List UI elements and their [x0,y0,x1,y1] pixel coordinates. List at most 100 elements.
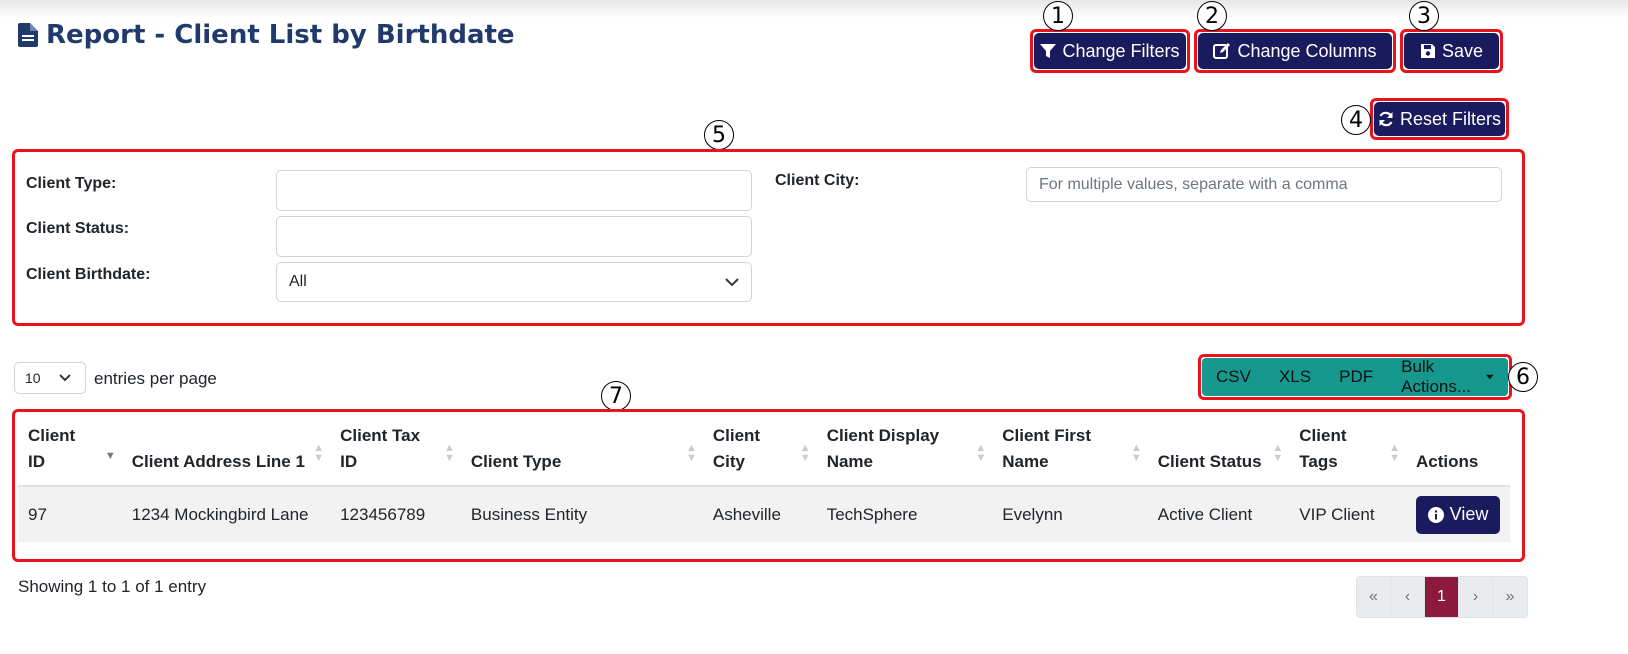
pagination: « ‹ 1 › » [1356,576,1528,618]
export-button-group: CSV XLS PDF Bulk Actions... [1202,357,1508,397]
floppy-icon [1420,44,1435,58]
showing-entries-text: Showing 1 to 1 of 1 entry [18,577,207,596]
header-text: Client First [1002,426,1092,445]
header-text: ID [340,452,358,471]
header-text: Client Address Line 1 [131,452,305,471]
sort-icon: ▲ ▼ [1389,442,1400,464]
info-icon [1427,506,1444,523]
column-header-status[interactable]: Client Status ▲ ▼ [1147,413,1290,487]
entries-value: 10 [25,370,41,386]
sort-desc-icon: ▼ [104,450,116,462]
cell-actions: View [1406,486,1510,542]
cell-tax-id: 123456789 [330,486,461,542]
annotation-number-2: 2 [1197,1,1227,31]
client-status-label: Client Status: [26,220,130,237]
header-text: Client [28,426,76,445]
client-type-input[interactable] [276,170,752,211]
header-text: City [712,452,745,471]
client-type-label: Client Type: [26,175,117,192]
cell-display-name: TechSphere [816,486,993,542]
xls-button[interactable]: XLS [1265,367,1325,387]
column-header-actions: Actions [1406,413,1510,487]
cell-status: Active Client [1147,486,1290,542]
sort-icon: ▲ ▼ [444,442,455,464]
bulk-actions-label: Bulk Actions... [1401,357,1472,396]
sort-icon: ▲ ▼ [975,442,987,464]
annotation-number-3: 3 [1409,1,1439,31]
chevron-down-icon [58,374,71,382]
header-text: Client Type [470,452,562,471]
client-birthdate-label: Client Birthdate: [26,266,151,283]
document-icon [18,23,38,47]
table-header-row: Client ID ▼ Client Address Line 1 ▲ ▼ Cli… [18,413,1510,487]
client-city-label: Client City: [775,172,860,189]
change-columns-button[interactable]: Change Columns [1198,33,1392,69]
cell-city: Asheville [702,486,817,542]
save-label: Save [1441,40,1484,61]
cell-first-name: Evelynn [992,486,1148,542]
header-text: Client [712,426,761,445]
header-text: Name [826,452,873,471]
cell-client-type: Business Entity [460,486,703,542]
page-last-button[interactable]: » [1493,577,1527,617]
filter-icon [1040,44,1057,58]
entries-per-page-label: entries per page [94,369,217,388]
sort-icon: ▲ ▼ [1130,442,1142,464]
page-prev-button[interactable]: ‹ [1391,577,1425,617]
client-status-input[interactable] [276,216,752,257]
sort-icon: ▲ ▼ [799,442,811,464]
page-next-button[interactable]: › [1459,577,1493,617]
table-row: 97 1234 Mockingbird Lane 123456789 Busin… [18,486,1510,542]
client-city-input[interactable]: For multiple values, separate with a com… [1026,167,1502,202]
annotation-number-1: 1 [1043,1,1073,31]
csv-button[interactable]: CSV [1202,367,1265,387]
cell-tags: VIP Client [1289,486,1406,542]
column-header-client-type[interactable]: Client Type ▲ ▼ [460,413,703,487]
client-birthdate-value: All [289,273,307,290]
save-button[interactable]: Save [1404,33,1499,69]
column-header-tags[interactable]: Client Tags ▲ ▼ [1289,413,1406,487]
page-title: Report - Client List by Birthdate [18,20,515,50]
header-text: Actions [1416,452,1479,471]
refresh-icon [1379,111,1393,127]
client-birthdate-select[interactable]: All [276,262,752,302]
pdf-button[interactable]: PDF [1325,367,1387,387]
annotation-number-4: 4 [1341,105,1371,135]
sort-icon: ▲ ▼ [1272,442,1284,464]
sort-icon: ▲ ▼ [313,442,325,464]
header-text: Tags [1299,452,1338,471]
header-text: ID [28,452,45,471]
column-header-client-id[interactable]: Client ID ▼ [18,413,122,487]
sort-icon: ▲ ▼ [685,442,697,464]
header-text: Client Display [826,426,940,445]
header-text: Name [1002,452,1049,471]
column-header-tax-id[interactable]: Client Tax ID ▲ ▼ [330,413,461,487]
header-text: Client Tax [340,426,421,445]
column-header-city[interactable]: Client City ▲ ▼ [702,413,817,487]
top-shade [0,0,1628,18]
header-text: Client Status [1157,452,1262,471]
view-button[interactable]: View [1416,495,1500,534]
change-columns-label: Change Columns [1237,40,1377,61]
view-label: View [1449,504,1489,524]
page-first-button[interactable]: « [1357,577,1391,617]
page-current-button[interactable]: 1 [1425,577,1459,617]
annotation-number-6: 6 [1508,362,1538,392]
chevron-down-icon [725,277,739,286]
page-title-text: Report - Client List by Birthdate [46,20,515,50]
column-header-address[interactable]: Client Address Line 1 ▲ ▼ [121,413,331,487]
entries-per-page-select[interactable]: 10 [14,362,86,394]
annotation-number-7: 7 [601,381,631,411]
cell-address: 1234 Mockingbird Lane [121,486,331,542]
annotation-number-5: 5 [704,120,734,150]
reset-filters-button[interactable]: Reset Filters [1374,102,1505,136]
caret-down-icon [1486,374,1494,380]
header-text: Client [1299,426,1347,445]
column-header-display-name[interactable]: Client Display Name ▲ ▼ [816,413,993,487]
edit-icon [1213,43,1231,59]
reset-filters-label: Reset Filters [1399,108,1502,129]
change-filters-button[interactable]: Change Filters [1034,33,1186,69]
cell-client-id: 97 [18,486,122,542]
bulk-actions-button[interactable]: Bulk Actions... [1387,357,1508,397]
column-header-first-name[interactable]: Client First Name ▲ ▼ [992,413,1148,487]
